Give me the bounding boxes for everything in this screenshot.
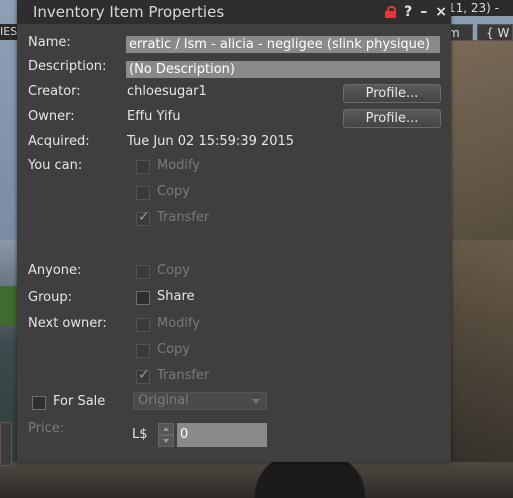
checkmark-icon: ✓ bbox=[138, 209, 150, 225]
sale-type-dropdown[interactable]: Original bbox=[133, 392, 267, 410]
you-can-transfer-checkbox[interactable]: ✓ bbox=[136, 209, 150, 226]
spin-up-icon[interactable] bbox=[158, 423, 174, 435]
price-spinner[interactable] bbox=[158, 423, 174, 447]
for-sale-checkbox[interactable] bbox=[32, 396, 46, 410]
window-titlebar[interactable]: Inventory Item Properties ? – × bbox=[17, 0, 451, 24]
location-coords: 11, 23) - bbox=[448, 0, 513, 16]
next-owner-modify-checkbox[interactable] bbox=[136, 318, 150, 332]
checkmark-icon: ✓ bbox=[138, 367, 150, 383]
group-share-label: Share bbox=[157, 289, 195, 304]
inventory-item-properties-window: Inventory Item Properties ? – × Name: er… bbox=[17, 0, 451, 462]
you-can-label: You can: bbox=[28, 158, 83, 173]
toolbar-button-w[interactable]: { W bbox=[477, 24, 513, 41]
group-label: Group: bbox=[28, 290, 72, 305]
minimize-icon[interactable]: – bbox=[420, 3, 427, 21]
lock-icon bbox=[385, 6, 397, 18]
anyone-copy-checkbox[interactable] bbox=[136, 265, 150, 279]
terrain-hill-lower bbox=[452, 240, 513, 498]
titlebar-controls: ? – × bbox=[385, 3, 447, 21]
left-tab[interactable]: IES bbox=[0, 24, 18, 40]
help-icon[interactable]: ? bbox=[404, 3, 412, 21]
next-owner-copy-checkbox[interactable] bbox=[136, 344, 150, 358]
close-icon[interactable]: × bbox=[435, 3, 447, 21]
sale-type-value: Original bbox=[138, 393, 189, 408]
you-can-copy-label: Copy bbox=[157, 184, 190, 199]
you-can-transfer-label: Transfer bbox=[157, 210, 210, 225]
creator-label: Creator: bbox=[28, 84, 81, 99]
you-can-modify-checkbox[interactable] bbox=[136, 160, 150, 174]
chevron-down-icon bbox=[252, 399, 260, 404]
next-owner-label: Next owner: bbox=[28, 316, 107, 331]
next-owner-modify-label: Modify bbox=[157, 316, 201, 331]
owner-profile-button[interactable]: Profile... bbox=[343, 109, 441, 128]
you-can-copy-checkbox[interactable] bbox=[136, 186, 150, 200]
name-field[interactable]: erratic / lsm - alicia - negligee (slink… bbox=[126, 36, 440, 53]
side-panel-button[interactable] bbox=[0, 422, 12, 466]
spin-down-icon[interactable] bbox=[158, 435, 174, 447]
you-can-modify-label: Modify bbox=[157, 158, 201, 173]
price-label: Price: bbox=[28, 421, 65, 436]
currency-label: L$ bbox=[132, 427, 148, 442]
anyone-label: Anyone: bbox=[28, 263, 82, 278]
owner-label: Owner: bbox=[28, 109, 75, 124]
anyone-copy-label: Copy bbox=[157, 263, 190, 278]
next-owner-transfer-checkbox[interactable]: ✓ bbox=[136, 367, 150, 384]
description-field[interactable]: (No Description) bbox=[126, 61, 440, 78]
for-sale-label: For Sale bbox=[53, 394, 106, 409]
price-input[interactable]: 0 bbox=[177, 423, 267, 447]
foliage bbox=[0, 286, 18, 326]
creator-profile-button[interactable]: Profile... bbox=[343, 84, 441, 103]
group-share-checkbox[interactable] bbox=[136, 291, 150, 305]
creator-name: chloesugar1 bbox=[127, 84, 207, 99]
next-owner-copy-label: Copy bbox=[157, 342, 190, 357]
acquired-date: Tue Jun 02 15:59:39 2015 bbox=[127, 134, 295, 149]
acquired-label: Acquired: bbox=[28, 134, 90, 149]
next-owner-transfer-label: Transfer bbox=[157, 368, 210, 383]
description-label: Description: bbox=[28, 59, 107, 74]
window-title: Inventory Item Properties bbox=[33, 3, 225, 21]
owner-name: Effu Yifu bbox=[127, 109, 181, 124]
name-label: Name: bbox=[28, 35, 71, 50]
